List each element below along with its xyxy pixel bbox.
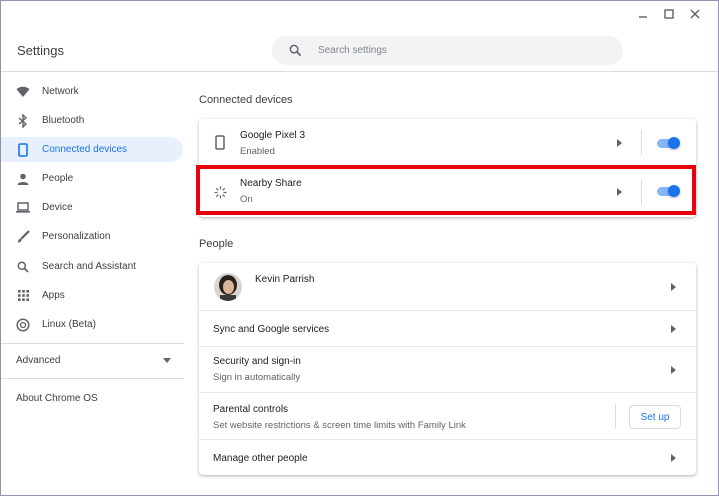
maximize-button[interactable]: [656, 6, 682, 22]
wifi-icon: [16, 85, 30, 99]
manage-label: Manage other people: [213, 453, 308, 464]
person-icon: [16, 172, 30, 186]
sidebar-item-bluetooth[interactable]: Bluetooth: [1, 108, 183, 133]
people-heading: People: [199, 238, 234, 250]
device-text: Nearby Share On: [240, 178, 302, 205]
pixel-toggle[interactable]: [656, 136, 682, 150]
connected-devices-card: Google Pixel 3 Enabled Nearby Share On: [199, 119, 696, 217]
setup-button[interactable]: Set up: [629, 405, 681, 429]
search-box[interactable]: [272, 36, 623, 65]
chevron-right-icon: [615, 139, 623, 147]
device-row-pixel[interactable]: Google Pixel 3 Enabled: [199, 119, 696, 167]
sidebar-item-label: Bluetooth: [42, 115, 85, 126]
parental-sub: Set website restrictions & screen time l…: [213, 420, 466, 431]
sidebar-item-search-and-assistant[interactable]: Search and Assistant: [1, 254, 183, 279]
row-separator: [641, 180, 642, 205]
parental-controls-row: Parental controls Set website restrictio…: [199, 392, 696, 439]
linux-icon: [16, 317, 30, 332]
maximize-icon: [664, 9, 674, 19]
manage-people-row[interactable]: Manage other people: [199, 439, 696, 475]
close-icon: [690, 9, 700, 19]
people-card: Kevin Parrish Sync and Google services S…: [199, 263, 696, 475]
sync-row[interactable]: Sync and Google services: [199, 310, 696, 346]
nearby-share-icon: [214, 186, 227, 204]
search-icon: [16, 260, 30, 274]
nearby-share-toggle[interactable]: [656, 184, 682, 198]
sidebar-divider: [1, 343, 184, 344]
window-controls: [630, 6, 708, 22]
bluetooth-icon: [16, 113, 30, 128]
sidebar-item-linux[interactable]: Linux (Beta): [1, 312, 183, 337]
chevron-right-icon: [669, 283, 677, 291]
sidebar-divider: [1, 378, 184, 379]
device-status: Enabled: [240, 146, 275, 157]
sidebar-item-personalization[interactable]: Personalization: [1, 224, 183, 249]
security-row[interactable]: Security and sign-in Sign in automatical…: [199, 346, 696, 392]
search-input[interactable]: [318, 45, 598, 56]
device-name: Nearby Share: [240, 178, 302, 189]
phone-icon: [16, 142, 30, 157]
row-separator: [615, 404, 616, 429]
sidebar-item-connected-devices[interactable]: Connected devices: [1, 137, 183, 162]
sidebar-advanced-toggle[interactable]: Advanced: [16, 353, 171, 367]
apps-grid-icon: [16, 289, 30, 303]
parental-title: Parental controls: [213, 404, 289, 415]
chevron-right-icon: [669, 454, 677, 462]
account-name: Kevin Parrish: [255, 274, 315, 285]
chevron-right-icon: [669, 325, 677, 333]
sidebar-item-about[interactable]: About Chrome OS: [16, 393, 98, 404]
minimize-button[interactable]: [630, 6, 656, 22]
sidebar-item-people[interactable]: People: [1, 166, 183, 191]
minimize-icon: [639, 16, 647, 18]
security-title: Security and sign-in: [213, 356, 301, 367]
sidebar-item-label: Search and Assistant: [42, 261, 136, 272]
chevron-right-icon: [669, 366, 677, 374]
device-name: Google Pixel 3: [240, 130, 306, 141]
sidebar-item-device[interactable]: Device: [1, 195, 183, 220]
connected-devices-heading: Connected devices: [199, 94, 293, 106]
sidebar-item-label: Personalization: [42, 231, 111, 242]
sidebar-item-label: Apps: [42, 290, 65, 301]
chevron-right-icon: [615, 188, 623, 196]
account-row[interactable]: Kevin Parrish: [199, 263, 696, 310]
sync-label: Sync and Google services: [213, 324, 330, 335]
chevron-down-icon: [163, 357, 171, 363]
row-separator: [641, 130, 642, 155]
avatar: [214, 273, 242, 301]
sidebar-item-label: Device: [42, 202, 73, 213]
sidebar-item-network[interactable]: Network: [1, 79, 183, 104]
device-status: On: [240, 194, 253, 205]
sidebar-item-label: Network: [42, 86, 79, 97]
brush-icon: [16, 230, 30, 244]
settings-window: Settings Network Bluetooth Co: [0, 0, 719, 496]
security-sub: Sign in automatically: [213, 372, 301, 383]
advanced-label: Advanced: [16, 354, 61, 366]
device-text: Google Pixel 3 Enabled: [240, 130, 305, 157]
sidebar-item-label: Linux (Beta): [42, 319, 96, 330]
search-icon: [289, 44, 302, 57]
parental-text: Parental controls Set website restrictio…: [213, 404, 466, 431]
phone-icon: [215, 135, 225, 155]
app-title: Settings: [17, 43, 64, 58]
sidebar-item-apps[interactable]: Apps: [1, 283, 183, 308]
sidebar: Network Bluetooth Connected devices Peop…: [1, 73, 184, 495]
laptop-icon: [16, 201, 30, 215]
sidebar-item-label: Connected devices: [42, 144, 128, 155]
device-row-nearby-share[interactable]: Nearby Share On: [199, 167, 696, 217]
sidebar-item-label: People: [42, 173, 74, 184]
close-button[interactable]: [682, 6, 708, 22]
security-text: Security and sign-in Sign in automatical…: [213, 356, 301, 383]
header: Settings: [1, 1, 718, 72]
